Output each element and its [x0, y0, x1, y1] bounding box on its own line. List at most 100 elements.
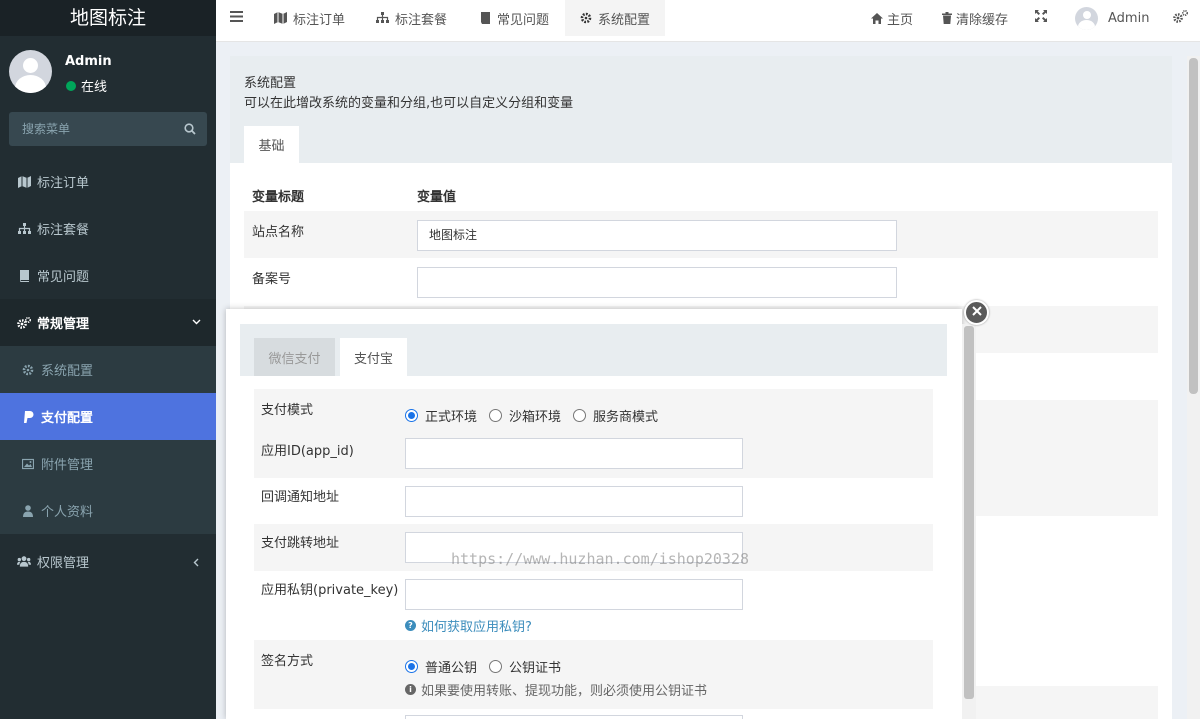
- payment-config-modal: 微信支付 支付宝 支付模式 正式环境 沙箱环境 服务商模式 应用ID(app_i…: [226, 309, 962, 719]
- avatar: [1075, 6, 1098, 30]
- sidebar-item-general[interactable]: 常规管理: [0, 299, 216, 346]
- sidebar-toggle[interactable]: [230, 0, 243, 36]
- radio-public-key[interactable]: 普通公钥: [405, 657, 477, 676]
- map-icon: [17, 175, 31, 189]
- user-status-label: 在线: [81, 80, 108, 95]
- tab-alipay[interactable]: 支付宝: [340, 338, 407, 376]
- clear-cache-label: 清除缓存: [956, 12, 1009, 28]
- radio-unchecked-icon: [489, 660, 503, 673]
- info-circle-icon: i: [405, 684, 416, 695]
- sidebar-submenu: 系统配置 支付配置 附件管理 个人资料: [0, 346, 216, 534]
- sidebar-item-system-config[interactable]: 系统配置: [0, 346, 216, 393]
- table-row: 备案号: [244, 258, 1158, 305]
- book-icon: [479, 12, 491, 24]
- field-label: 支付模式: [261, 403, 314, 418]
- sidebar-item-orders[interactable]: 标注订单: [0, 158, 216, 205]
- tab-faq[interactable]: 常见问题: [479, 0, 549, 36]
- private-key-help[interactable]: ? 如何获取应用私钥?: [405, 616, 532, 635]
- tab-system-config[interactable]: 系统配置: [565, 0, 666, 36]
- radio-checked-icon: [405, 409, 418, 422]
- field-label: 支付跳转地址: [261, 536, 340, 551]
- modal-scrollbar[interactable]: [962, 324, 976, 719]
- page-description: 可以在此增改系统的变量和分组,也可以自定义分组和变量: [244, 96, 574, 111]
- sidebar-item-attachments[interactable]: 附件管理: [0, 440, 216, 487]
- sidebar-item-faq[interactable]: 常见问题: [0, 252, 216, 299]
- radio-checked-icon: [405, 660, 418, 673]
- trash-icon: [942, 12, 952, 24]
- partial-input[interactable]: [405, 715, 743, 719]
- avatar: [9, 50, 52, 93]
- help-link[interactable]: 如何获取应用私钥?: [421, 616, 532, 635]
- radio-label: 公钥证书: [509, 661, 562, 676]
- tab-orders[interactable]: 标注订单: [274, 0, 345, 36]
- radio-certificate[interactable]: 公钥证书: [489, 657, 561, 676]
- panel-heading: 系统配置 可以在此增改系统的变量和分组,也可以自定义分组和变量 基础: [230, 56, 1172, 163]
- fullscreen-button[interactable]: [1035, 0, 1047, 36]
- cogs-icon: [17, 316, 31, 330]
- sidebar-item-profile[interactable]: 个人资料: [0, 487, 216, 534]
- question-circle-icon: ?: [405, 620, 416, 631]
- user-status: 在线: [66, 76, 107, 95]
- tab-label: 标注套餐: [395, 12, 448, 28]
- notify-url-input[interactable]: [405, 486, 743, 517]
- private-key-input[interactable]: [405, 579, 743, 610]
- chevron-left-icon: [192, 556, 201, 571]
- sitemap-icon: [376, 12, 389, 24]
- app-id-input[interactable]: [405, 438, 743, 469]
- paypal-icon: [21, 410, 35, 424]
- site-name-input[interactable]: 地图标注: [417, 220, 897, 251]
- sidebar-item-label: 附件管理: [41, 458, 94, 473]
- sidebar-item-packages[interactable]: 标注套餐: [0, 205, 216, 252]
- radio-provider[interactable]: 服务商模式: [573, 406, 658, 425]
- home-icon: [871, 12, 883, 24]
- radio-unchecked-icon: [573, 409, 587, 422]
- radio-label: 沙箱环境: [509, 410, 562, 425]
- home-link[interactable]: 主页: [871, 0, 913, 36]
- mode-radio-group: 正式环境 沙箱环境 服务商模式: [405, 406, 670, 425]
- radio-label: 正式环境: [425, 410, 478, 425]
- gear-icon: [580, 12, 592, 24]
- clear-cache-button[interactable]: 清除缓存: [942, 0, 1008, 36]
- sign-radio-group: 普通公钥 公钥证书: [405, 657, 573, 676]
- tab-label: 标注订单: [293, 12, 346, 28]
- search-input[interactable]: [9, 112, 179, 146]
- row-label: 备案号: [252, 272, 292, 287]
- radio-unchecked-icon: [489, 409, 503, 422]
- sidebar: 地图标注 Admin 在线 标注订单 标注套餐 常见问题 常规管理: [0, 0, 216, 719]
- tab-wechat-pay[interactable]: 微信支付: [254, 338, 335, 376]
- help-text: 如果要使用转账、提现功能，则必须使用公钥证书: [421, 684, 708, 699]
- search-icon[interactable]: [173, 112, 207, 146]
- user-menu-label: Admin: [1108, 10, 1150, 26]
- close-button[interactable]: [964, 300, 989, 325]
- table-header: 变量标题 变量值: [244, 163, 1158, 211]
- user-menu[interactable]: Admin: [1075, 0, 1149, 36]
- config-table: 变量标题 变量值 站点名称 地图标注 备案号: [244, 163, 1158, 305]
- row-label: 站点名称: [252, 225, 305, 240]
- page-scrollbar[interactable]: [1187, 56, 1200, 719]
- tab-packages[interactable]: 标注套餐: [376, 0, 447, 36]
- sidebar-item-permissions[interactable]: 权限管理: [0, 534, 216, 588]
- page-title: 系统配置: [244, 76, 297, 91]
- tab-basic[interactable]: 基础: [244, 126, 299, 163]
- radio-sandbox[interactable]: 沙箱环境: [489, 406, 561, 425]
- settings-button[interactable]: [1173, 0, 1189, 36]
- sidebar-item-label: 权限管理: [37, 555, 90, 571]
- app-title[interactable]: 地图标注: [0, 0, 216, 36]
- field-label: 应用私钥(private_key): [261, 583, 399, 598]
- map-icon: [274, 12, 287, 24]
- sitemap-icon: [17, 222, 31, 236]
- fullscreen-icon: [1035, 10, 1047, 26]
- sidebar-item-label: 常规管理: [37, 317, 90, 332]
- radio-production[interactable]: 正式环境: [405, 406, 477, 425]
- sidebar-item-label: 标注套餐: [37, 223, 90, 238]
- book-icon: [17, 269, 31, 283]
- field-label: 回调通知地址: [261, 490, 340, 505]
- sidebar-item-label: 个人资料: [41, 505, 94, 520]
- column-header-value: 变量值: [417, 190, 457, 205]
- sidebar-item-payment-config[interactable]: 支付配置: [0, 393, 216, 440]
- gear-icon: [21, 363, 35, 377]
- tab-label: 系统配置: [598, 12, 651, 28]
- form-row-private-key: 应用私钥(private_key) ? 如何获取应用私钥?: [254, 571, 933, 640]
- close-icon: [971, 305, 982, 320]
- icp-number-input[interactable]: [417, 267, 897, 298]
